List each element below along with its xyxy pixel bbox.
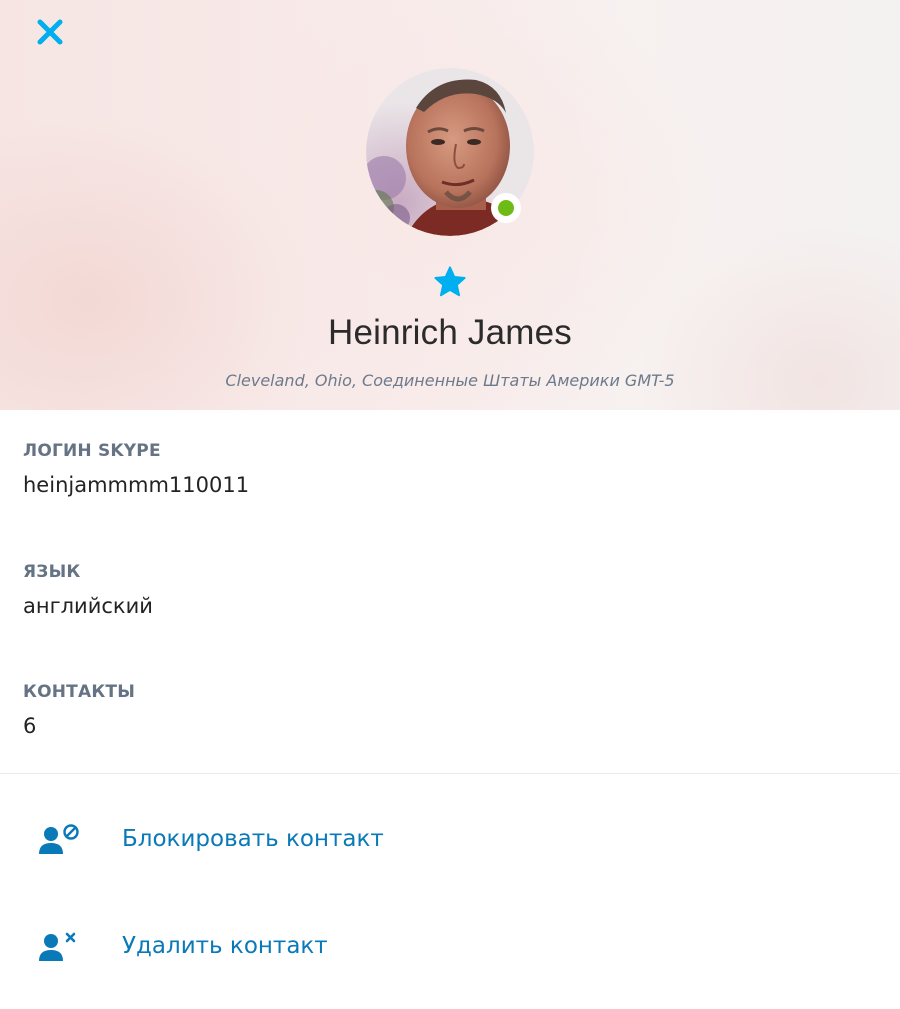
language-label: ЯЗЫК [23,562,81,582]
avatar [366,68,534,236]
contacts-count-value: 6 [23,714,37,738]
remove-contact-icon [39,932,76,961]
close-icon [37,19,63,45]
star-icon [434,266,466,297]
profile-header: Heinrich James Cleveland, Ohio, Соединен… [0,0,900,410]
block-contact-button[interactable]: Блокировать контакт [0,808,900,878]
contacts-count-field: КОНТАКТЫ 6 [23,682,863,738]
block-contact-label: Блокировать контакт [122,826,384,852]
section-divider [0,773,900,774]
contacts-count-label: КОНТАКТЫ [23,682,136,702]
contact-location: Cleveland, Ohio, Соединенные Штаты Амери… [225,371,675,390]
block-contact-icon [39,824,79,854]
favorite-button[interactable] [432,264,468,300]
skype-login-label: ЛОГИН SKYPE [23,441,161,461]
language-value: английский [23,594,153,618]
contact-name: Heinrich James [328,313,572,352]
skype-login-field: ЛОГИН SKYPE heinjammmm110011 [23,441,863,497]
skype-login-value: heinjammmm110011 [23,473,250,497]
remove-contact-button[interactable]: Удалить контакт [0,915,900,985]
online-status-indicator [491,193,521,223]
language-field: ЯЗЫК английский [23,562,863,618]
close-button[interactable] [30,12,70,52]
remove-contact-label: Удалить контакт [122,933,328,959]
online-dot-icon [498,200,514,216]
